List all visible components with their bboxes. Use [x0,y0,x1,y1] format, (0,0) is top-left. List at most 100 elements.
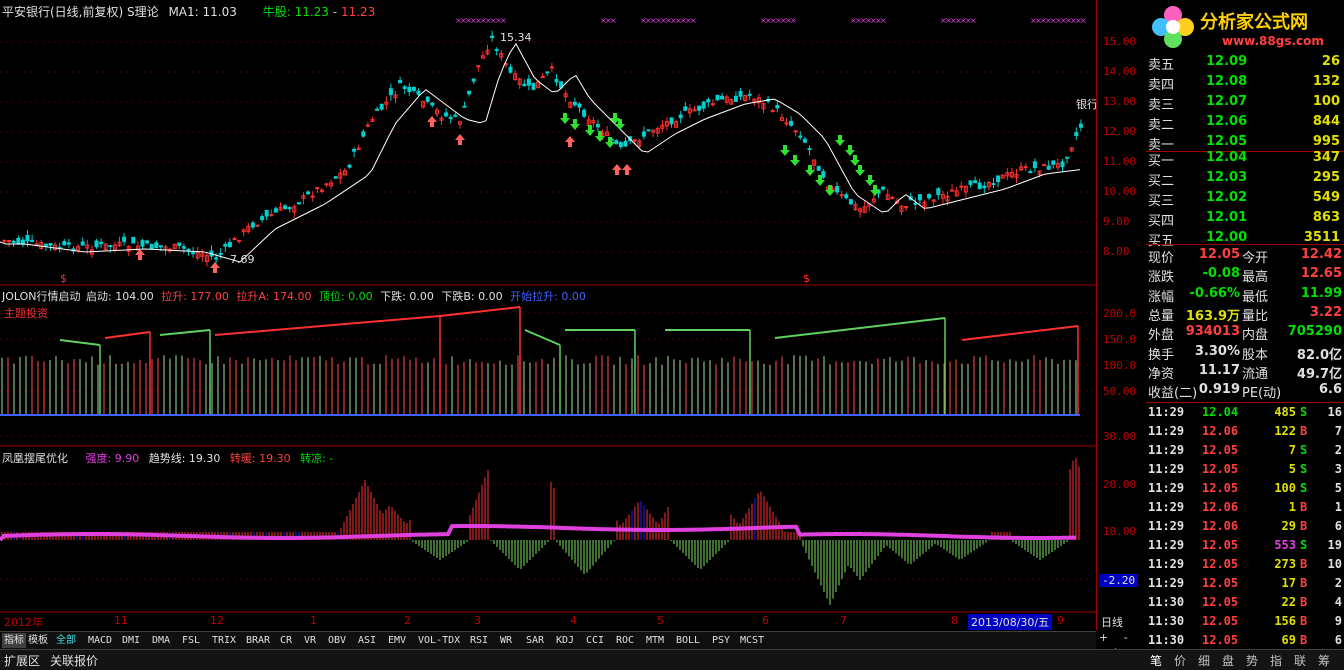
tab-全部[interactable]: 全部 [54,633,78,648]
candle-body [273,208,278,213]
candle-body [375,108,380,111]
tab-brar[interactable]: BRAR [244,633,272,648]
tab-macd[interactable]: MACD [86,633,114,648]
tab-kdj[interactable]: KDJ [554,633,576,648]
bid-row[interactable]: 买三 12.02 549 [1146,188,1344,209]
candle-body [471,78,476,82]
zoom-out-button[interactable]: - [1124,631,1128,644]
panel-tab[interactable]: 联 [1294,652,1306,669]
indicator2-name[interactable]: 凤凰摆尾优化 [2,452,68,465]
quote-label: 最高 [1242,270,1269,286]
candle-body [618,142,623,148]
panel-tab[interactable]: 筹 [1318,652,1330,669]
panel-tab[interactable]: 价 [1174,652,1186,669]
ask-row[interactable]: 卖二 12.06 844 [1146,112,1344,133]
ask-row[interactable]: 卖四 12.08 132 [1146,72,1344,93]
time-axis-label: 9 [1057,614,1064,627]
panel-tab[interactable]: 指 [1270,652,1282,669]
candle-body [844,194,849,199]
tab-psy[interactable]: PSY [710,633,732,648]
tab-trix[interactable]: TRIX [210,633,238,648]
tab-emv[interactable]: EMV [386,633,408,648]
candle-body [549,66,554,69]
tab-mcst[interactable]: MCST [738,633,766,648]
tab-cr[interactable]: CR [278,633,294,648]
candle-body [927,194,932,199]
quote-label: 现价 [1148,251,1175,266]
signal-marker: × [970,16,977,25]
tab-vol-tdx[interactable]: VOL-TDX [416,633,462,648]
candle-body [158,245,163,248]
sell-arrow-icon [855,165,865,176]
tab-指标[interactable]: 指标 [2,633,26,648]
tab-related-quotes[interactable]: 关联报价 [50,652,98,669]
ask-row[interactable]: 卖三 12.07 100 [1146,92,1344,113]
candle-body [1074,132,1079,136]
panel-tab[interactable]: 笔 [1150,652,1162,669]
quote-label: 涨跌 [1148,270,1175,286]
quote-value: 11.99 [1300,285,1342,301]
tick-count: 6 [1334,519,1342,533]
tab-mtm[interactable]: MTM [644,633,666,648]
tick-side: S [1300,538,1308,552]
candle-body [996,175,1001,183]
quote-label: 涨幅 [1148,289,1175,305]
quote-value: 0.919 [1198,382,1240,398]
panel-tab[interactable]: 盘 [1222,652,1234,669]
ask-price: 12.06 [1206,114,1248,129]
tab-extension-area[interactable]: 扩展区 [4,652,40,669]
time-axis-label: 2 [404,614,411,627]
tab-模板[interactable]: 模板 [26,633,50,648]
candle-body [287,207,292,210]
candle-body [283,205,288,209]
panel-tab[interactable]: 细 [1198,652,1210,669]
axis-tick: 10.00 [1103,525,1137,538]
time-axis-label: 3 [474,614,481,627]
zoom-in-button[interactable]: + [1099,631,1108,644]
quote-label: PE(动) [1242,386,1282,402]
candle-body [540,76,545,79]
period-label[interactable]: 日线 [1101,614,1123,630]
tab-boll[interactable]: BOLL [674,633,702,648]
buy-arrow-icon [565,136,575,147]
candle-body [140,240,145,247]
bid-volume: 295 [1312,170,1340,185]
candle-body [264,209,269,217]
ask-row[interactable]: 卖五 12.09 26 [1146,52,1344,73]
candle-body [839,194,844,197]
indicator-tab-bar: 指标 模板 全部 MACD DMI DMA FSL TRIX BRAR CR VR OBV ASI EMV… [0,631,1096,649]
candle-body [641,131,646,137]
axis-tick: 30.00 [1103,430,1137,443]
bid-volume: 863 [1312,210,1340,225]
tab-fsl[interactable]: FSL [180,633,202,648]
axis-tick: 11.00 [1103,155,1137,168]
tab-roc[interactable]: ROC [614,633,636,648]
tab-asi[interactable]: ASI [356,633,378,648]
tab-rsi[interactable]: RSI [468,633,490,648]
tick-side: S [1300,462,1308,476]
candle-body [66,242,71,245]
panel-tab[interactable]: 势 [1246,652,1258,669]
indicator1-line [214,315,441,336]
indicator1-line [961,325,1079,341]
tick-side: B [1300,500,1308,514]
tab-wr[interactable]: WR [498,633,514,648]
candle-body [991,183,996,186]
tab-dma[interactable]: DMA [150,633,172,648]
tab-sar[interactable]: SAR [524,633,546,648]
quote-row: 总量 163.9万 量比 3.22 [1146,304,1344,324]
time-axis-label: 2012年 [4,616,43,629]
tab-cci[interactable]: CCI [584,633,606,648]
bid-row[interactable]: 买二 12.03 295 [1146,168,1344,189]
candle-body [1028,171,1033,174]
tab-vr[interactable]: VR [302,633,318,648]
tab-dmi[interactable]: DMI [120,633,142,648]
bid-row[interactable]: 买四 12.01 863 [1146,208,1344,229]
bid-row[interactable]: 买一 12.04 347 [1146,148,1344,169]
candle-body [149,243,154,250]
indicator1-name[interactable]: JOLON行情启动 [2,290,81,303]
candle-body [108,245,113,248]
candle-body [407,86,412,93]
candle-body [572,101,577,106]
tab-obv[interactable]: OBV [326,633,348,648]
